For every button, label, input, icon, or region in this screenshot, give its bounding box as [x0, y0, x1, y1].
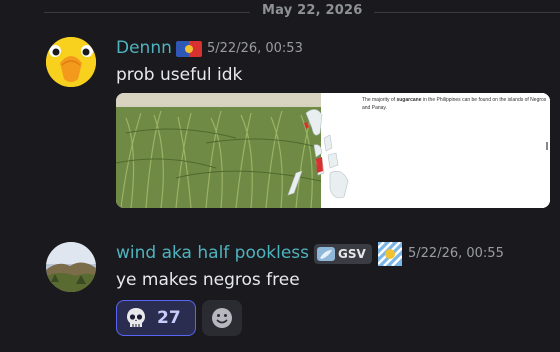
skull-icon — [127, 308, 145, 327]
smiley-icon — [212, 308, 232, 328]
author-name[interactable]: Dennn — [116, 38, 172, 58]
embed-caption: The majority of sugarcane in the Philipp… — [362, 97, 547, 111]
message-timestamp: 5/22/26, 00:55 — [408, 246, 504, 261]
reaction-count: 27 — [157, 308, 181, 328]
avatar[interactable] — [46, 37, 96, 87]
add-reaction-button[interactable] — [202, 300, 242, 336]
avatar[interactable] — [46, 242, 96, 292]
message-timestamp: 5/22/26, 00:53 — [207, 41, 303, 56]
landscape-avatar-icon — [46, 242, 96, 292]
yellow-bird-icon — [46, 37, 96, 87]
guild-tag-label: GSV — [338, 247, 366, 261]
guild-tag[interactable]: GSV — [314, 244, 372, 264]
reaction-button[interactable]: 27 — [116, 300, 196, 336]
embed-scrollbar[interactable] — [546, 142, 548, 150]
striped-badge-icon — [377, 241, 403, 267]
divider-line-left — [44, 12, 250, 13]
flag-badge-icon — [176, 41, 202, 57]
date-divider: May 22, 2026 — [262, 3, 363, 18]
message-text: ye makes negros free — [116, 270, 300, 290]
feather-icon — [317, 247, 335, 261]
divider-line-right — [374, 12, 560, 13]
author-name[interactable]: wind aka half pookless — [116, 243, 309, 263]
message-text: prob useful idk — [116, 65, 243, 85]
